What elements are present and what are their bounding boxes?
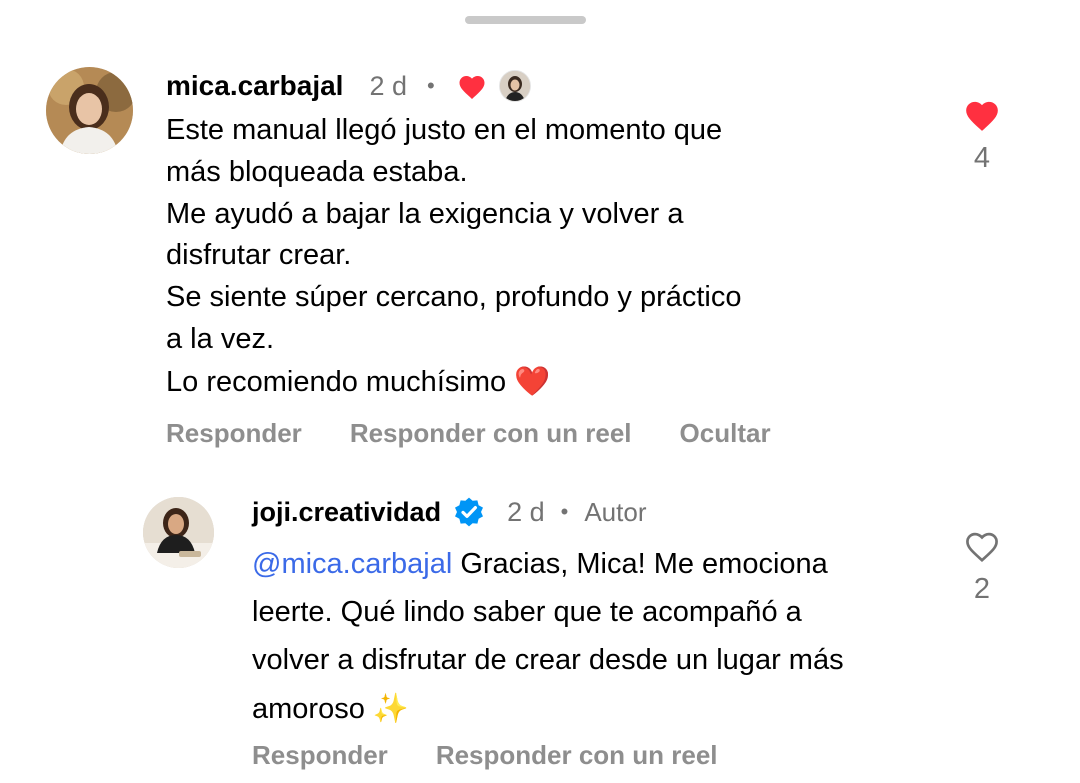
reply-like: 2 [952, 528, 1012, 606]
reply-text: @mica.carbajal Gracias, Mica! Me emocion… [252, 540, 844, 732]
avatar-photo [46, 67, 133, 154]
reply-text-line: volver a disfrutar de crear desde un lug… [252, 644, 844, 676]
reply-button[interactable]: Responder [252, 740, 388, 771]
avatar[interactable] [143, 497, 214, 568]
author-liked-avatar [498, 70, 531, 102]
sparkles-emoji: ✨ [372, 691, 409, 725]
comment-text-line: Se siente súper cercano, profundo y prác… [166, 281, 742, 314]
separator-dot: • [560, 499, 569, 524]
red-heart-emoji: ❤️ [514, 363, 551, 398]
comment-text: Este manual llegó justo en el momento qu… [166, 110, 742, 403]
comment-username[interactable]: mica.carbajal [166, 70, 343, 102]
comment-text-line: disfrutar crear. [166, 239, 352, 272]
like-count[interactable]: 4 [952, 142, 1012, 175]
reply-text-line: leerte. Qué lindo saber que te acompañó … [252, 596, 802, 628]
reply-header: joji.creatividad 2 d • Autor [252, 491, 646, 533]
comment-time: 2 d [369, 70, 407, 101]
verified-badge-icon [453, 496, 485, 528]
reply-text-first: Gracias, Mica! Me emociona [452, 548, 828, 580]
author-label: Autor [584, 496, 647, 527]
reply-time: 2 d [507, 496, 545, 527]
comment-text-last: Lo recomiendo muchísimo [166, 365, 515, 398]
comment-text-line: Me ayudó a bajar la exigencia y volver a [166, 197, 684, 230]
comment-text-line: Este manual llegó justo en el momento qu… [166, 114, 723, 146]
comment-text-line: a la vez. [166, 322, 274, 355]
reply-text-line: amoroso ✨ [252, 684, 844, 732]
reply-text-line: @mica.carbajal Gracias, Mica! Me emocion… [252, 540, 844, 588]
comment-text-line: más bloqueada estaba. [166, 155, 468, 188]
heart-filled-icon [457, 72, 487, 100]
avatar[interactable] [46, 67, 133, 154]
mention-link[interactable]: @mica.carbajal [252, 548, 452, 580]
avatar-photo [143, 497, 214, 568]
like-count[interactable]: 2 [952, 573, 1012, 606]
sheet-drag-handle[interactable] [465, 16, 586, 24]
reply-with-reel-button[interactable]: Responder con un reel [350, 418, 632, 449]
comment-header: mica.carbajal 2 d • [166, 64, 531, 108]
heart-filled-icon[interactable] [952, 97, 1012, 132]
separator-dot: • [427, 73, 435, 98]
hide-button[interactable]: Ocultar [680, 418, 771, 449]
reply-with-reel-button[interactable]: Responder con un reel [436, 740, 718, 771]
comment-like: 4 [952, 97, 1012, 175]
reply-button[interactable]: Responder [166, 418, 302, 449]
reply-username[interactable]: joji.creatividad [252, 497, 441, 528]
reply-text-last: amoroso [252, 693, 373, 725]
comment-actions: Responder Responder con un reel Ocultar [166, 418, 819, 449]
heart-outline-icon[interactable] [952, 528, 1012, 563]
comment-text-line: Lo recomiendo muchísimo ❤️ [166, 361, 742, 403]
reply-actions: Responder Responder con un reel [252, 740, 766, 771]
